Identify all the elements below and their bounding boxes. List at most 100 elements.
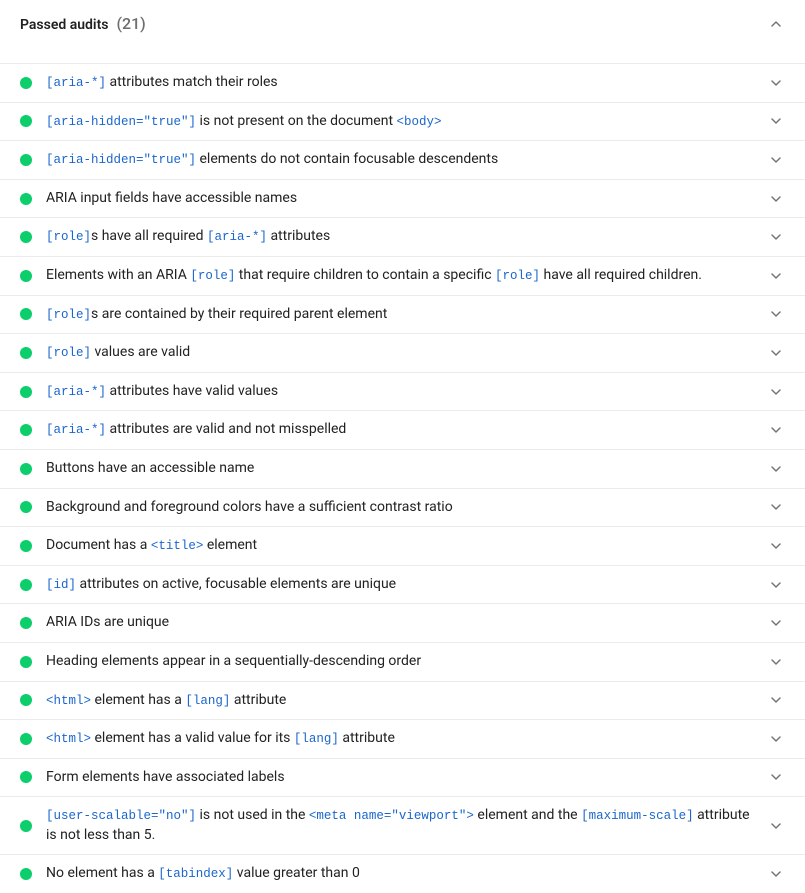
- chevron-down-icon: [767, 614, 785, 632]
- status-dot-pass: [20, 617, 32, 629]
- audit-title: [user-scalable="no"] is not used in the …: [46, 806, 753, 845]
- chevron-down-icon: [767, 460, 785, 478]
- status-dot-pass: [20, 193, 32, 205]
- audit-row[interactable]: <html> element has a [lang] attribute: [0, 681, 805, 720]
- status-dot-pass: [20, 231, 32, 243]
- status-dot-pass: [20, 386, 32, 398]
- chevron-down-icon: [767, 344, 785, 362]
- code-token: [role]: [46, 346, 91, 360]
- status-dot-pass: [20, 579, 32, 591]
- chevron-down-icon: [767, 865, 785, 883]
- chevron-down-icon: [767, 151, 785, 169]
- audit-row[interactable]: [aria-hidden="true"] is not present on t…: [0, 102, 805, 141]
- audit-row[interactable]: [user-scalable="no"] is not used in the …: [0, 796, 805, 854]
- audit-title: No element has a [tabindex] value greate…: [46, 864, 753, 884]
- code-token: [role]: [190, 269, 235, 283]
- audit-row[interactable]: Buttons have an accessible name: [0, 449, 805, 488]
- audit-title: [role]s have all required [aria-*] attri…: [46, 227, 753, 247]
- audit-row[interactable]: Form elements have associated labels: [0, 758, 805, 797]
- audit-row[interactable]: ARIA input fields have accessible names: [0, 179, 805, 218]
- audit-row[interactable]: Heading elements appear in a sequentiall…: [0, 642, 805, 681]
- code-token: [maximum-scale]: [581, 809, 694, 823]
- status-dot-pass: [20, 424, 32, 436]
- chevron-down-icon: [767, 383, 785, 401]
- audit-title: Document has a <title> element: [46, 536, 753, 556]
- audit-list: [aria-*] attributes match their roles[ar…: [0, 63, 805, 893]
- audit-row[interactable]: [role]s have all required [aria-*] attri…: [0, 217, 805, 256]
- chevron-down-icon: [767, 576, 785, 594]
- code-token: [tabindex]: [158, 867, 233, 881]
- chevron-down-icon: [767, 267, 785, 285]
- audit-row[interactable]: No element has a [tabindex] value greate…: [0, 854, 805, 893]
- code-token: [aria-hidden="true"]: [46, 115, 196, 129]
- audit-row[interactable]: Background and foreground colors have a …: [0, 488, 805, 527]
- status-dot-pass: [20, 270, 32, 282]
- code-token: <html>: [46, 732, 91, 746]
- header-count: (21): [116, 14, 145, 33]
- chevron-down-icon: [767, 817, 785, 835]
- chevron-down-icon: [767, 653, 785, 671]
- chevron-up-icon: [767, 15, 785, 33]
- status-dot-pass: [20, 771, 32, 783]
- code-token: [aria-*]: [207, 230, 267, 244]
- chevron-down-icon: [767, 537, 785, 555]
- code-token: <html>: [46, 694, 91, 708]
- audit-row[interactable]: ARIA IDs are unique: [0, 603, 805, 642]
- chevron-down-icon: [767, 228, 785, 246]
- chevron-down-icon: [767, 112, 785, 130]
- code-token: [aria-*]: [46, 76, 106, 90]
- chevron-down-icon: [767, 768, 785, 786]
- audit-row[interactable]: <html> element has a valid value for its…: [0, 719, 805, 758]
- audit-title: [aria-*] attributes have valid values: [46, 382, 753, 402]
- chevron-down-icon: [767, 498, 785, 516]
- audit-row[interactable]: [role] values are valid: [0, 333, 805, 372]
- audit-row[interactable]: Elements with an ARIA [role] that requir…: [0, 256, 805, 295]
- code-token: [role]: [495, 269, 540, 283]
- audit-row[interactable]: Document has a <title> element: [0, 526, 805, 565]
- audit-title: [aria-*] attributes are valid and not mi…: [46, 420, 753, 440]
- audit-title: [aria-hidden="true"] is not present on t…: [46, 112, 753, 132]
- code-token: [lang]: [294, 732, 339, 746]
- audit-title: <html> element has a [lang] attribute: [46, 691, 753, 711]
- code-token: [aria-*]: [46, 423, 106, 437]
- status-dot-pass: [20, 463, 32, 475]
- header-text: Passed audits (21): [20, 14, 146, 33]
- chevron-down-icon: [767, 730, 785, 748]
- status-dot-pass: [20, 77, 32, 89]
- audit-title: Buttons have an accessible name: [46, 459, 753, 479]
- status-dot-pass: [20, 540, 32, 552]
- audit-title: Heading elements appear in a sequentiall…: [46, 652, 753, 672]
- status-dot-pass: [20, 115, 32, 127]
- audit-row[interactable]: [aria-*] attributes have valid values: [0, 372, 805, 411]
- passed-audits-header[interactable]: Passed audits (21): [0, 0, 805, 63]
- audit-row[interactable]: [role]s are contained by their required …: [0, 295, 805, 334]
- code-token: [id]: [46, 578, 76, 592]
- audit-title: [role]s are contained by their required …: [46, 305, 753, 325]
- status-dot-pass: [20, 820, 32, 832]
- audit-title: Background and foreground colors have a …: [46, 498, 753, 518]
- audit-title: Form elements have associated labels: [46, 768, 753, 788]
- chevron-down-icon: [767, 305, 785, 323]
- chevron-down-icon: [767, 421, 785, 439]
- audit-row[interactable]: [id] attributes on active, focusable ele…: [0, 565, 805, 604]
- code-token: [role]: [46, 308, 91, 322]
- audit-row[interactable]: [aria-hidden="true"] elements do not con…: [0, 140, 805, 179]
- status-dot-pass: [20, 347, 32, 359]
- status-dot-pass: [20, 501, 32, 513]
- audit-title: [id] attributes on active, focusable ele…: [46, 575, 753, 595]
- audit-row[interactable]: [aria-*] attributes match their roles: [0, 63, 805, 102]
- chevron-down-icon: [767, 190, 785, 208]
- code-token: <meta name="viewport">: [309, 809, 474, 823]
- audit-title: Elements with an ARIA [role] that requir…: [46, 266, 753, 286]
- status-dot-pass: [20, 656, 32, 668]
- code-token: <title>: [151, 539, 204, 553]
- audit-title: [role] values are valid: [46, 343, 753, 363]
- status-dot-pass: [20, 154, 32, 166]
- status-dot-pass: [20, 694, 32, 706]
- header-title: Passed audits: [20, 17, 108, 33]
- audit-title: [aria-*] attributes match their roles: [46, 73, 753, 93]
- status-dot-pass: [20, 868, 32, 880]
- code-token: [role]: [46, 230, 91, 244]
- audit-title: ARIA input fields have accessible names: [46, 189, 753, 209]
- audit-row[interactable]: [aria-*] attributes are valid and not mi…: [0, 410, 805, 449]
